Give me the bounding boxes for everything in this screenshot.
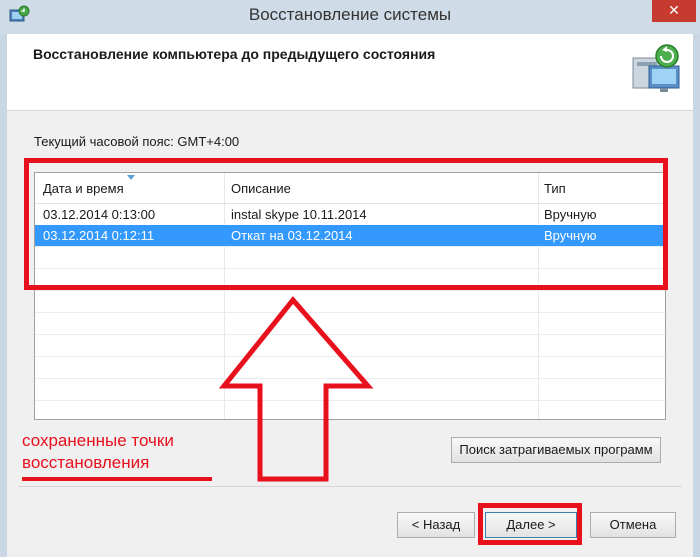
- annotation-up-arrow-icon: [218, 296, 374, 482]
- annotation-underline: [22, 477, 212, 481]
- annotation-text-line2: восстановления: [22, 453, 150, 472]
- annotation-text-line1: сохраненные точки: [22, 431, 174, 450]
- system-restore-window: Восстановление системы ✕ Восстановление …: [0, 0, 700, 557]
